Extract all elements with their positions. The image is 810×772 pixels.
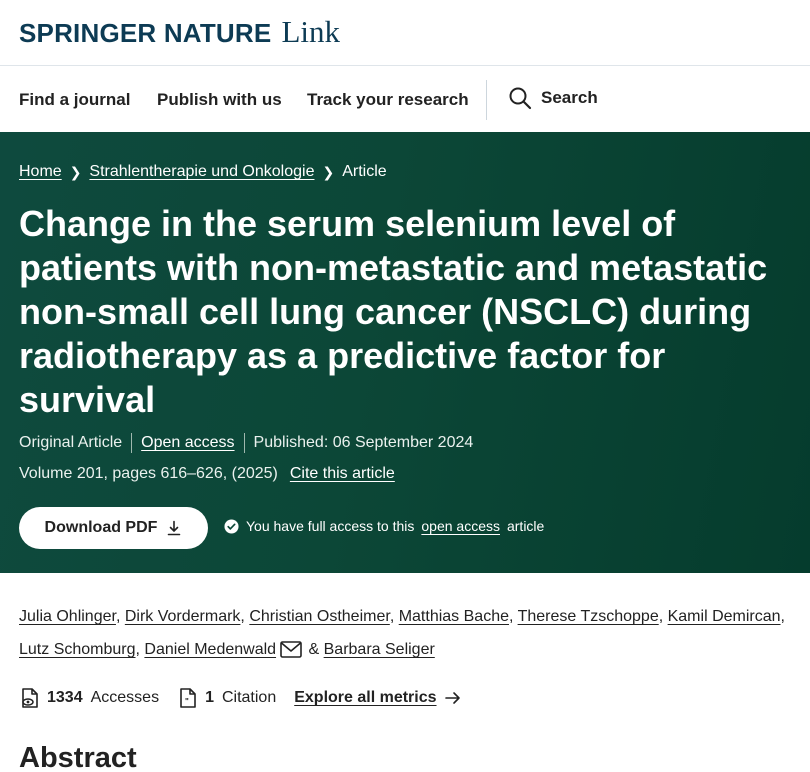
- author-list: Julia Ohlinger, Dirk Vordermark, Christi…: [19, 608, 785, 658]
- access-note-link[interactable]: open access: [421, 518, 500, 534]
- nav-publish-with-us[interactable]: Publish with us: [157, 90, 282, 110]
- abstract-heading: Abstract: [19, 742, 137, 772]
- mail-icon[interactable]: [280, 641, 302, 658]
- search-label: Search: [541, 88, 598, 107]
- accesses-label: Accesses: [90, 689, 160, 706]
- author-link[interactable]: Lutz Schomburg: [19, 641, 136, 658]
- meta-divider: [243, 433, 245, 453]
- author-link[interactable]: Kamil Demircan: [668, 608, 781, 625]
- breadcrumb-journal[interactable]: Strahlentherapie und Onkologie: [89, 163, 314, 181]
- meta-divider: [131, 433, 133, 453]
- explore-metrics-link[interactable]: Explore all metrics: [294, 689, 436, 707]
- author-link[interactable]: Christian Ostheimer: [249, 608, 390, 625]
- chevron-right-icon: ❯: [69, 163, 82, 180]
- accesses-icon: [22, 688, 38, 708]
- main-nav: Find a journal Publish with us Track you…: [0, 67, 810, 132]
- breadcrumb: Home ❯ Strahlentherapie und Onkologie ❯ …: [19, 163, 387, 181]
- citations-label: Citation: [221, 689, 277, 706]
- open-access-link[interactable]: Open access: [141, 434, 234, 452]
- author-link[interactable]: Dirk Vordermark: [125, 608, 241, 625]
- check-circle-icon: [224, 518, 239, 534]
- springer-nature-link-logo[interactable]: SPRINGER NATURE Link: [19, 14, 340, 50]
- author-link[interactable]: Julia Ohlinger: [19, 608, 116, 625]
- article-hero: Home ❯ Strahlentherapie und Onkologie ❯ …: [0, 132, 810, 573]
- search-button[interactable]: Search: [508, 86, 598, 110]
- author-joiner: &: [308, 641, 320, 658]
- full-access-note: You have full access to this open access…: [224, 518, 544, 534]
- published-date: Published: 06 September 2024: [253, 434, 474, 451]
- article-meta: Original Article Open access Published: …: [19, 433, 473, 453]
- nav-divider: [486, 80, 487, 120]
- brand-header: SPRINGER NATURE Link: [0, 0, 810, 66]
- author-link[interactable]: Daniel Medenwald: [144, 641, 276, 658]
- download-icon: [168, 520, 181, 536]
- cite-article-link[interactable]: Cite this article: [290, 465, 395, 482]
- svg-text:": ": [185, 697, 189, 706]
- access-note-prefix: You have full access to this: [246, 518, 415, 534]
- article-metrics: 1334 Accesses " 1 Citation Explore all m…: [19, 687, 461, 709]
- brand-name: SPRINGER NATURE: [19, 18, 272, 48]
- author-link[interactable]: Matthias Bache: [399, 608, 509, 625]
- download-pdf-button[interactable]: Download PDF: [19, 507, 208, 549]
- author-link[interactable]: Therese Tzschoppe: [518, 608, 659, 625]
- article-type: Original Article: [19, 434, 123, 451]
- nav-track-research[interactable]: Track your research: [307, 90, 469, 110]
- arrow-right-icon: [444, 692, 460, 704]
- author-link[interactable]: Barbara Seliger: [324, 641, 435, 658]
- citation-icon: ": [180, 688, 196, 708]
- breadcrumb-current: Article: [342, 163, 387, 180]
- citations-count: 1: [205, 689, 214, 706]
- nav-find-journal[interactable]: Find a journal: [19, 90, 130, 110]
- search-icon: [509, 87, 532, 110]
- chevron-right-icon: ❯: [322, 163, 335, 180]
- article-title: Change in the serum selenium level of pa…: [19, 203, 768, 420]
- breadcrumb-home[interactable]: Home: [19, 163, 62, 181]
- access-note-suffix: article: [506, 518, 545, 534]
- download-pdf-label: Download PDF: [44, 519, 158, 536]
- volume-pages: Volume 201, pages 616–626, (2025): [19, 465, 278, 482]
- brand-sub: Link: [281, 14, 340, 49]
- article-citation-info: Volume 201, pages 616–626, (2025) Cite th…: [19, 465, 395, 483]
- accesses-count: 1334: [47, 689, 83, 706]
